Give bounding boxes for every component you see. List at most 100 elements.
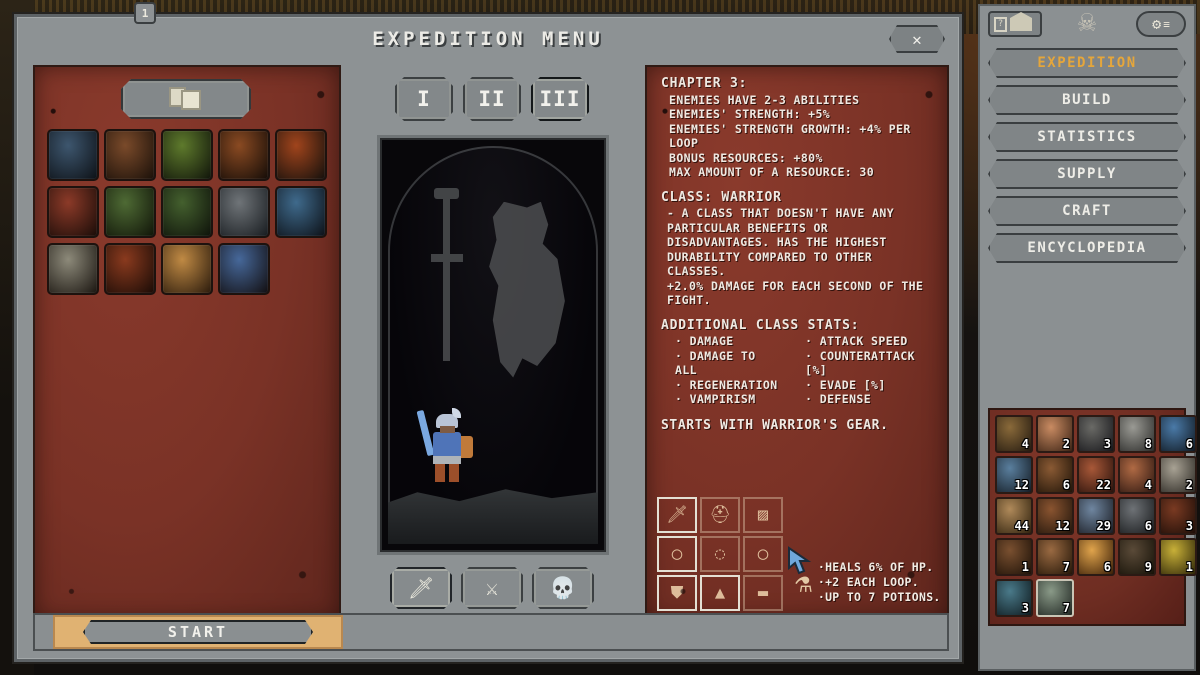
stats-heading: ADDITIONAL CLASS STATS:	[661, 317, 860, 333]
class-stats-left: DAMAGEDAMAGE TO ALLREGENERATIONVAMPIRISM	[675, 334, 779, 407]
chapter-modifier: BONUS RESOURCES: +80%	[669, 150, 823, 165]
expedition-window: EXPEDITION MENU ✕ I II III 🗡 ⚔ 💀 CHAPTER…	[14, 14, 962, 662]
settings-button[interactable]: ⚙ ≡	[1136, 11, 1186, 37]
class-stat: DAMAGE	[675, 334, 779, 349]
item-count: 1	[1021, 560, 1029, 574]
shell-resource[interactable]: 3	[995, 579, 1033, 617]
info-text-block: CHAPTER 3: ENEMIES HAVE 2-3 ABILITIES ENE…	[661, 76, 937, 433]
class-stats-right: ATTACK SPEEDCOUNTERATTACK [%]EVADE [%]DE…	[805, 334, 937, 407]
item-count: 12	[1055, 519, 1070, 533]
armor-slot[interactable]: ▲	[700, 575, 740, 611]
window-titlebar: EXPEDITION MENU ✕	[17, 17, 959, 61]
sidebar-item-statistics[interactable]: STATISTICS	[988, 122, 1186, 152]
inventory-panel: 4 2 3 8 6 12 6 22 4 2 44 12 29 6 3 1 7 6 9 1 3 7	[988, 408, 1197, 626]
sidebar-item-expedition[interactable]: EXPEDITION	[988, 48, 1186, 78]
chapter-button-iii[interactable]: III	[531, 77, 589, 121]
scrap-resource[interactable]: 6	[1118, 497, 1156, 535]
house-icon	[1010, 11, 1032, 31]
claw-resource[interactable]: 6	[1036, 456, 1074, 494]
deck-toggle-button[interactable]	[121, 79, 251, 119]
help-home-button[interactable]: ?	[988, 11, 1042, 37]
shield-slot[interactable]: ⛊	[657, 575, 697, 611]
relic-resource[interactable]: 7	[1036, 579, 1074, 617]
metal-resource[interactable]: 12	[1036, 497, 1074, 535]
temporal-beacon-card[interactable]	[218, 243, 270, 295]
question-icon: ?	[994, 16, 1007, 32]
watchtower-card[interactable]	[47, 243, 99, 295]
potion-icon: ⚗	[795, 566, 812, 599]
grove-card[interactable]	[161, 129, 213, 181]
inventory-grid: 4 2 3 8 6 12 6 22 4 2 44 12 29 6 3 1 7 6 9 1 3 7	[995, 415, 1197, 617]
amber-resource[interactable]: 1	[1159, 538, 1197, 576]
warrior-class-button[interactable]: 🗡	[390, 567, 452, 609]
sphere-resource[interactable]: 29	[1077, 497, 1115, 535]
class-stat: REGENERATION	[675, 378, 779, 393]
chapter-modifier: MAX AMOUNT OF A RESOURCE: 30	[669, 165, 875, 179]
potion-line: ·UP TO 7 POTIONS.	[817, 590, 941, 604]
stone-resource[interactable]: 8	[1118, 415, 1156, 453]
item-count: 6	[1185, 437, 1193, 451]
item-count: 6	[1103, 560, 1111, 574]
orb-resource[interactable]: 12	[995, 456, 1033, 494]
branch-resource[interactable]: 4	[995, 415, 1033, 453]
spider-cocoon-card[interactable]	[218, 129, 270, 181]
brain-resource[interactable]: 4	[1118, 456, 1156, 494]
chapter-button-i[interactable]: I	[395, 77, 453, 121]
class-info-panel: CHAPTER 3: ENEMIES HAVE 2-3 ABILITIES ENE…	[645, 65, 949, 621]
sidebar-item-encyclopedia[interactable]: ENCYCLOPEDIA	[988, 233, 1186, 263]
hero-portrait-frame	[377, 135, 609, 555]
potion-text: ·HEALS 6% OF HP. ·+2 EACH LOOP. ·UP TO 7 P…	[818, 560, 941, 605]
item-count: 3	[1103, 437, 1111, 451]
close-button[interactable]: ✕	[889, 25, 945, 53]
wood-resource[interactable]: 1	[995, 538, 1033, 576]
item-count: 22	[1096, 478, 1111, 492]
ember-resource[interactable]: 6	[1077, 538, 1115, 576]
spider-resource[interactable]: 3	[1159, 497, 1197, 535]
cape-slot[interactable]: ▨	[743, 497, 783, 533]
rogue-class-button[interactable]: ⚔	[461, 567, 523, 609]
outpost-card[interactable]	[218, 186, 270, 238]
meadow-card[interactable]	[104, 186, 156, 238]
chapter-heading: CHAPTER 3:	[661, 76, 748, 91]
sidebar-item-craft[interactable]: CRAFT	[988, 196, 1186, 226]
class-description-line: +2.0% DAMAGE FOR EACH SECOND OF THE FIGH…	[667, 278, 924, 308]
chapter-modifier: ENEMIES HAVE 2-3 ABILITIES	[669, 92, 860, 107]
grave-card[interactable]	[47, 186, 99, 238]
warrior-sprite	[416, 408, 476, 486]
crystal-resource[interactable]: 6	[1159, 415, 1197, 453]
boots-slot[interactable]: ▬	[743, 575, 783, 611]
skull-resource[interactable]: 2	[1159, 456, 1197, 494]
battlefield-card[interactable]	[104, 129, 156, 181]
ring-left-slot[interactable]: ◯	[657, 536, 697, 572]
class-heading: CLASS: WARRIOR	[661, 189, 782, 205]
forest-card[interactable]	[161, 186, 213, 238]
necromancer-class-button[interactable]: 💀	[532, 567, 594, 609]
book-resource[interactable]: 44	[995, 497, 1033, 535]
card-deck-panel	[33, 65, 341, 621]
class-stat: DEFENSE	[805, 392, 937, 407]
pebble-resource[interactable]: 3	[1077, 415, 1115, 453]
ice-cave-card[interactable]	[275, 186, 327, 238]
hero-arch	[388, 146, 598, 544]
ridge-card[interactable]	[104, 243, 156, 295]
flesh-resource[interactable]: 22	[1077, 456, 1115, 494]
sidebar-item-supply[interactable]: SUPPLY	[988, 159, 1186, 189]
class-description-line: - A CLASS THAT DOESN'T HAVE ANY PARTICUL…	[667, 206, 895, 278]
lich-card[interactable]	[47, 129, 99, 181]
desert-card[interactable]	[161, 243, 213, 295]
class-stats-columns: DAMAGEDAMAGE TO ALLREGENERATIONVAMPIRISM…	[667, 334, 937, 407]
amulet-slot[interactable]: ◌	[700, 536, 740, 572]
bone-resource[interactable]: 7	[1036, 538, 1074, 576]
wing-resource[interactable]: 2	[1036, 415, 1074, 453]
ore-resource[interactable]: 9	[1118, 538, 1156, 576]
ring-right-slot[interactable]: ◯	[743, 536, 783, 572]
boss-silhouette	[489, 201, 565, 378]
weapon-slot[interactable]: 🗡	[657, 497, 697, 533]
item-count: 8	[1144, 437, 1152, 451]
chapter-button-ii[interactable]: II	[463, 77, 521, 121]
blood-grove-card[interactable]	[275, 129, 327, 181]
helmet-slot[interactable]: ⛑	[700, 497, 740, 533]
start-button[interactable]: START	[83, 620, 313, 644]
sidebar-item-build[interactable]: BUILD	[988, 85, 1186, 115]
starting-gear-text: STARTS WITH WARRIOR'S GEAR.	[661, 417, 889, 433]
